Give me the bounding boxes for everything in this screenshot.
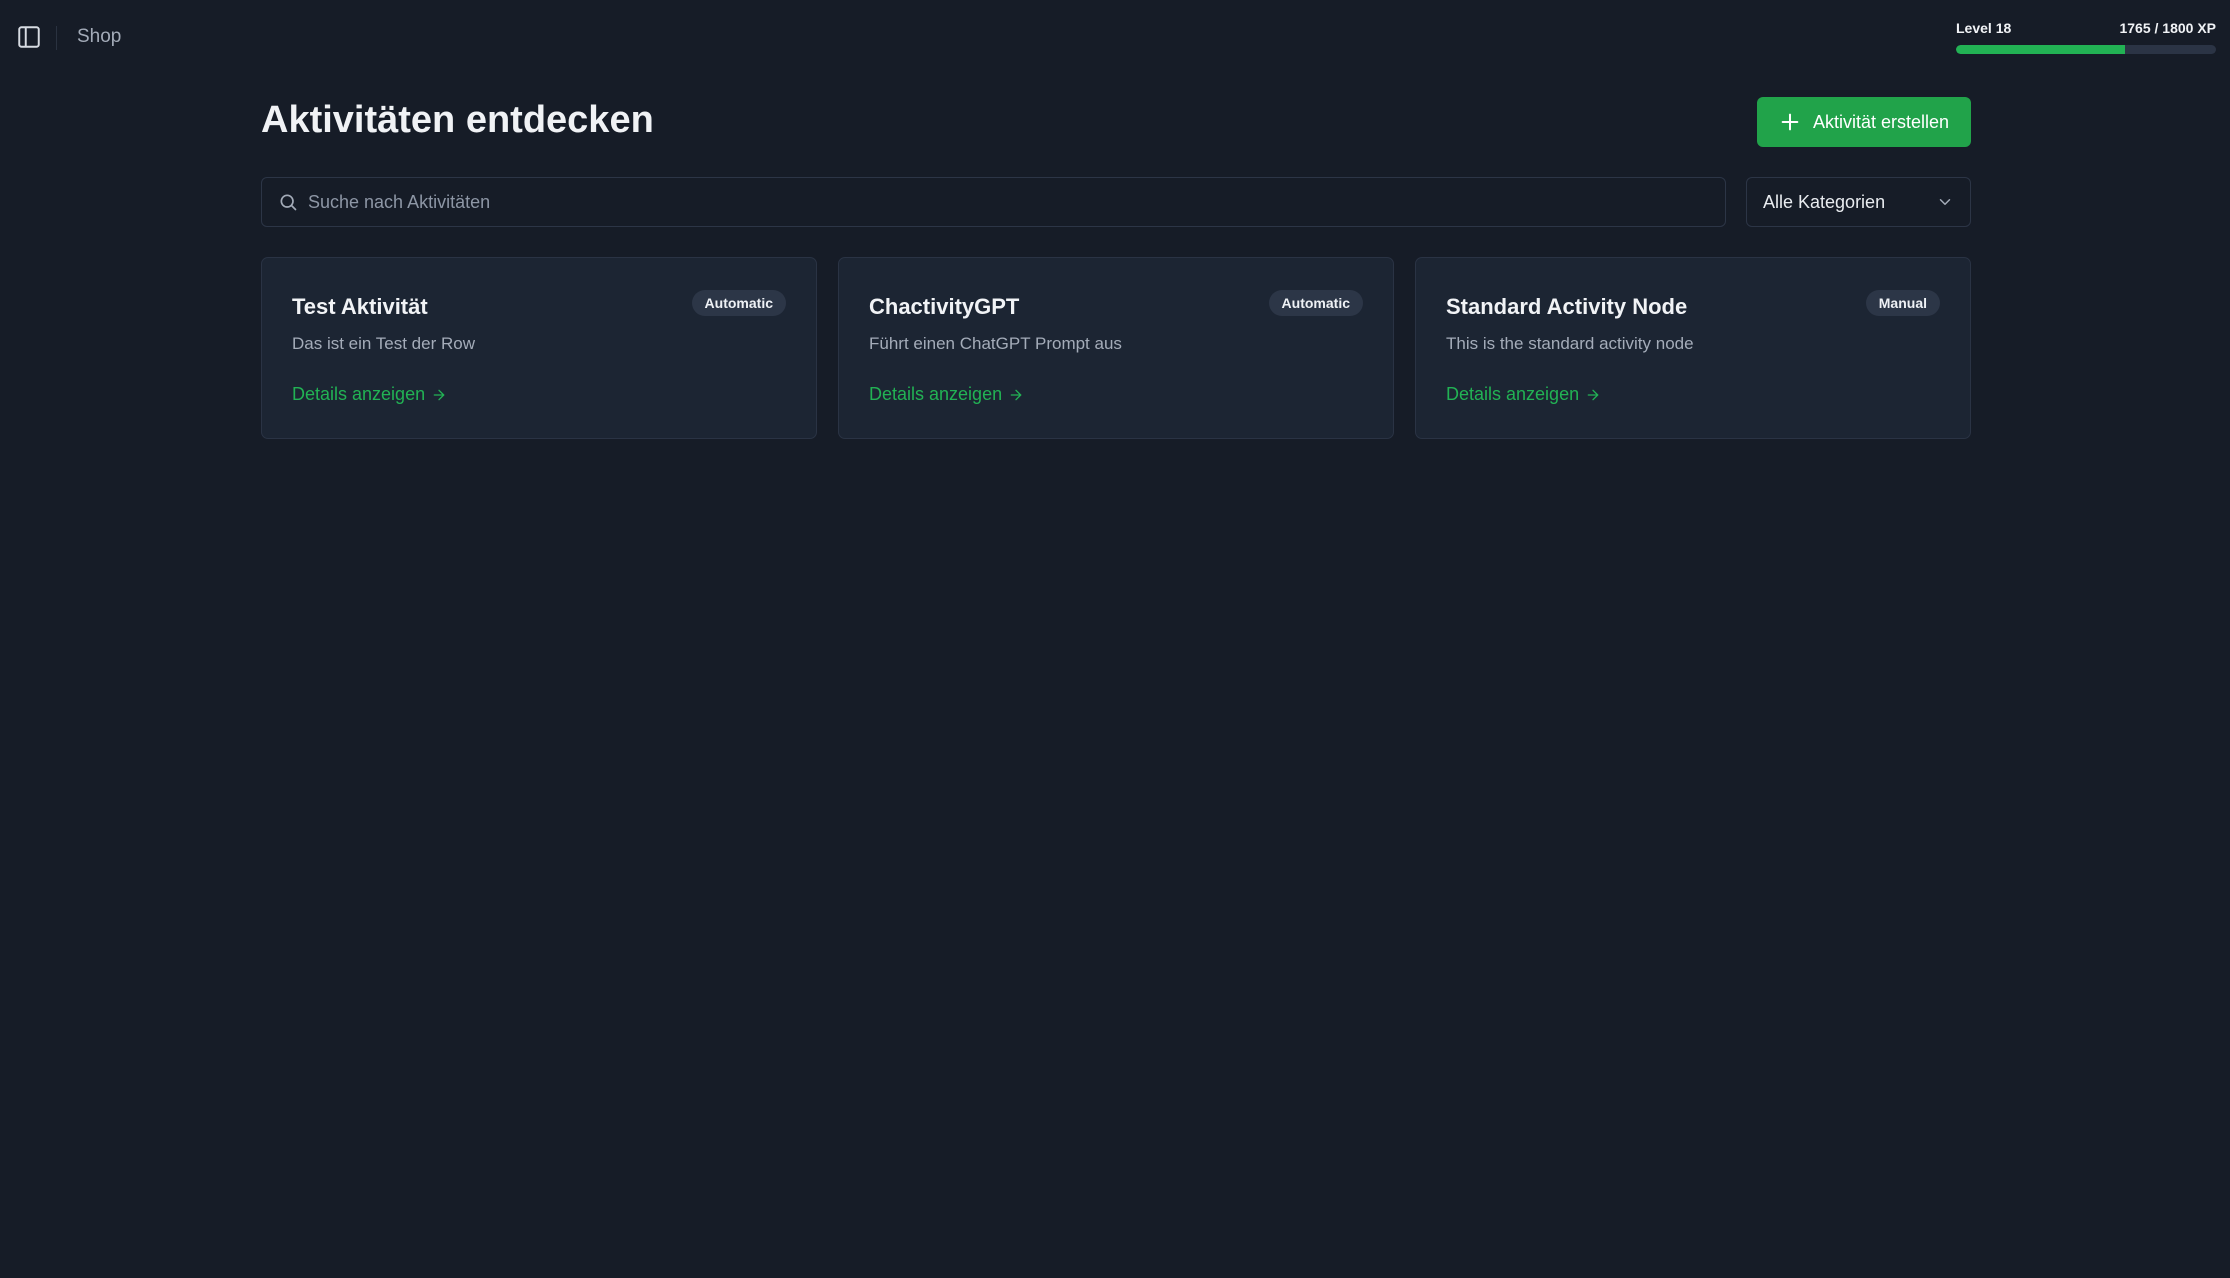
activity-type-badge: Automatic	[1268, 290, 1363, 316]
divider	[56, 26, 57, 50]
search-icon	[280, 194, 297, 211]
activity-card-description: Führt einen ChatGPT Prompt aus	[869, 334, 1122, 353]
activity-card-description: This is the standard activity node	[1446, 334, 1694, 353]
search-box	[261, 177, 1726, 227]
sidebar-toggle-icon	[18, 26, 40, 48]
breadcrumb-shop[interactable]: Shop	[77, 26, 121, 48]
details-link-label: Details anzeigen	[1446, 384, 1580, 404]
xp-bar-track	[1956, 45, 2216, 54]
details-link-label: Details anzeigen	[292, 384, 426, 404]
details-link[interactable]: Details anzeigen	[869, 384, 1024, 405]
xp-label: 1765 / 1800 XP	[2119, 20, 2216, 36]
arrow-right-icon	[1010, 389, 1022, 400]
category-select[interactable]: Alle Kategorien	[1746, 177, 1971, 227]
activity-card-list: Test Aktivität Das ist ein Test der Row …	[261, 257, 1971, 439]
activity-card: ChactivityGPT Führt einen ChatGPT Prompt…	[838, 257, 1394, 439]
category-select-value: Alle Kategorien	[1763, 191, 1886, 212]
chevron-down-icon	[1939, 199, 1951, 205]
plus-icon	[1781, 113, 1799, 131]
sidebar-toggle-button[interactable]	[14, 22, 44, 52]
activity-card: Test Aktivität Das ist ein Test der Row …	[261, 257, 817, 439]
create-activity-label: Aktivität erstellen	[1812, 111, 1950, 132]
activity-type-badge: Automatic	[691, 290, 786, 316]
activity-type-badge: Manual	[1865, 290, 1940, 316]
activity-card-description: Das ist ein Test der Row	[292, 334, 475, 353]
arrow-right-icon	[433, 389, 445, 400]
top-bar: Shop Level 18 1765 / 1800 XP	[0, 0, 2230, 76]
create-activity-button[interactable]: Aktivität erstellen	[1757, 97, 1971, 147]
search-input[interactable]	[308, 191, 1725, 213]
details-link[interactable]: Details anzeigen	[1446, 384, 1601, 405]
arrow-right-icon	[1587, 389, 1599, 400]
details-link-label: Details anzeigen	[869, 384, 1003, 404]
activity-card: Standard Activity Node This is the stand…	[1415, 257, 1971, 439]
page-title: Aktivitäten entdecken	[261, 99, 654, 141]
level-label: Level 18	[1956, 20, 2012, 36]
xp-progress: Level 18 1765 / 1800 XP	[1956, 20, 2216, 54]
xp-bar-fill	[1956, 45, 2125, 54]
details-link[interactable]: Details anzeigen	[292, 384, 447, 405]
